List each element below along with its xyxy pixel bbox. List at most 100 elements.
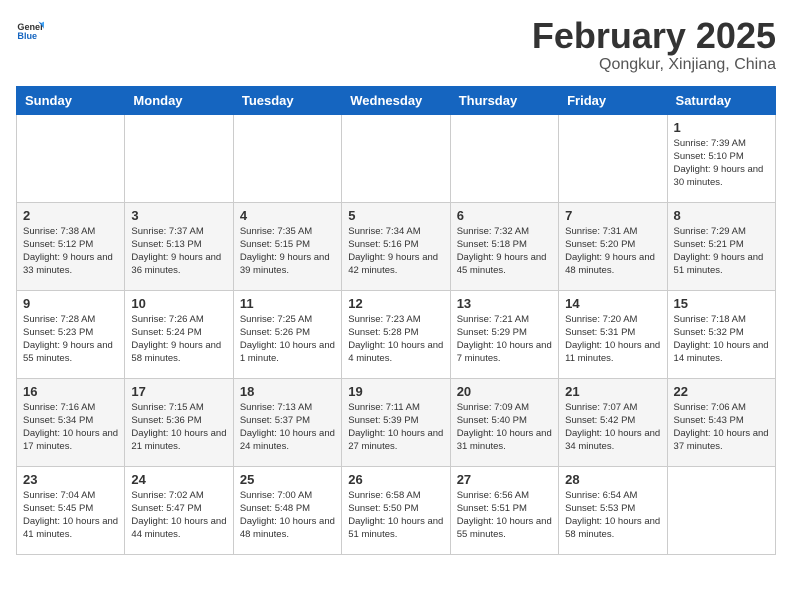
calendar-day-cell: 19 Sunrise: 7:11 AM Sunset: 5:39 PM Dayli… bbox=[342, 378, 450, 466]
calendar-day-cell: 8 Sunrise: 7:29 AM Sunset: 5:21 PM Daylig… bbox=[667, 202, 775, 290]
day-number: 15 bbox=[674, 296, 769, 311]
day-number: 20 bbox=[457, 384, 552, 399]
day-number: 5 bbox=[348, 208, 443, 223]
day-info: Sunrise: 7:26 AM Sunset: 5:24 PM Dayligh… bbox=[131, 313, 226, 366]
calendar-day-cell: 18Sunrise: 7:13 AM Sunset: 5:37 PM Dayli… bbox=[233, 378, 341, 466]
calendar-day-cell bbox=[559, 114, 667, 202]
calendar-day-cell bbox=[17, 114, 125, 202]
day-number: 14 bbox=[565, 296, 660, 311]
calendar-week-row: 1 Sunrise: 7:39 AM Sunset: 5:10 PM Daylig… bbox=[17, 114, 776, 202]
day-number: 17 bbox=[131, 384, 226, 399]
day-info: Sunrise: 6:56 AM Sunset: 5:51 PM Dayligh… bbox=[457, 489, 552, 542]
calendar-day-header: Friday bbox=[559, 86, 667, 114]
day-info: Sunrise: 7:38 AM Sunset: 5:12 PM Dayligh… bbox=[23, 225, 118, 278]
day-number: 6 bbox=[457, 208, 552, 223]
calendar-day-cell: 27 Sunrise: 6:56 AM Sunset: 5:51 PM Dayli… bbox=[450, 466, 558, 554]
day-number: 19 bbox=[348, 384, 443, 399]
calendar-day-cell: 24 Sunrise: 7:02 AM Sunset: 5:47 PM Dayli… bbox=[125, 466, 233, 554]
logo-icon: General Blue bbox=[16, 16, 44, 44]
logo: General Blue bbox=[16, 16, 44, 44]
day-number: 13 bbox=[457, 296, 552, 311]
day-number: 9 bbox=[23, 296, 118, 311]
day-number: 7 bbox=[565, 208, 660, 223]
calendar-day-cell: 13 Sunrise: 7:21 AM Sunset: 5:29 PM Dayli… bbox=[450, 290, 558, 378]
day-number: 11 bbox=[240, 296, 335, 311]
day-info: Sunrise: 7:11 AM Sunset: 5:39 PM Dayligh… bbox=[348, 401, 443, 454]
calendar-day-cell: 23 Sunrise: 7:04 AM Sunset: 5:45 PM Dayli… bbox=[17, 466, 125, 554]
day-number: 10 bbox=[131, 296, 226, 311]
day-number: 18 bbox=[240, 384, 335, 399]
day-info: Sunrise: 7:37 AM Sunset: 5:13 PM Dayligh… bbox=[131, 225, 226, 278]
calendar-week-row: 9 Sunrise: 7:28 AM Sunset: 5:23 PM Daylig… bbox=[17, 290, 776, 378]
day-number: 16 bbox=[23, 384, 118, 399]
calendar-day-header: Tuesday bbox=[233, 86, 341, 114]
calendar-day-header: Saturday bbox=[667, 86, 775, 114]
day-info: Sunrise: 7:25 AM Sunset: 5:26 PM Dayligh… bbox=[240, 313, 335, 366]
calendar-day-cell bbox=[125, 114, 233, 202]
day-info: Sunrise: 7:28 AM Sunset: 5:23 PM Dayligh… bbox=[23, 313, 118, 366]
day-number: 25 bbox=[240, 472, 335, 487]
day-info: Sunrise: 7:15 AM Sunset: 5:36 PM Dayligh… bbox=[131, 401, 226, 454]
day-number: 28 bbox=[565, 472, 660, 487]
calendar-day-cell bbox=[667, 466, 775, 554]
calendar-day-header: Thursday bbox=[450, 86, 558, 114]
location-title: Qongkur, Xinjiang, China bbox=[532, 56, 776, 74]
day-info: Sunrise: 7:39 AM Sunset: 5:10 PM Dayligh… bbox=[674, 137, 769, 190]
calendar-day-cell: 12Sunrise: 7:23 AM Sunset: 5:28 PM Dayli… bbox=[342, 290, 450, 378]
day-number: 27 bbox=[457, 472, 552, 487]
day-number: 23 bbox=[23, 472, 118, 487]
calendar-day-cell: 9 Sunrise: 7:28 AM Sunset: 5:23 PM Daylig… bbox=[17, 290, 125, 378]
day-info: Sunrise: 7:04 AM Sunset: 5:45 PM Dayligh… bbox=[23, 489, 118, 542]
day-info: Sunrise: 7:02 AM Sunset: 5:47 PM Dayligh… bbox=[131, 489, 226, 542]
calendar-day-cell: 6 Sunrise: 7:32 AM Sunset: 5:18 PM Daylig… bbox=[450, 202, 558, 290]
day-info: Sunrise: 6:54 AM Sunset: 5:53 PM Dayligh… bbox=[565, 489, 660, 542]
day-number: 1 bbox=[674, 120, 769, 135]
calendar-day-header: Sunday bbox=[17, 86, 125, 114]
day-info: Sunrise: 7:34 AM Sunset: 5:16 PM Dayligh… bbox=[348, 225, 443, 278]
month-title: February 2025 bbox=[532, 16, 776, 56]
day-number: 12 bbox=[348, 296, 443, 311]
calendar-day-cell: 10 Sunrise: 7:26 AM Sunset: 5:24 PM Dayli… bbox=[125, 290, 233, 378]
calendar-day-cell: 11 Sunrise: 7:25 AM Sunset: 5:26 PM Dayli… bbox=[233, 290, 341, 378]
calendar-day-cell: 5 Sunrise: 7:34 AM Sunset: 5:16 PM Daylig… bbox=[342, 202, 450, 290]
calendar-day-cell: 4Sunrise: 7:35 AM Sunset: 5:15 PM Daylig… bbox=[233, 202, 341, 290]
calendar-day-cell: 3Sunrise: 7:37 AM Sunset: 5:13 PM Daylig… bbox=[125, 202, 233, 290]
calendar-week-row: 16 Sunrise: 7:16 AM Sunset: 5:34 PM Dayli… bbox=[17, 378, 776, 466]
calendar-day-cell: 1 Sunrise: 7:39 AM Sunset: 5:10 PM Daylig… bbox=[667, 114, 775, 202]
day-number: 21 bbox=[565, 384, 660, 399]
calendar-day-header: Monday bbox=[125, 86, 233, 114]
day-info: Sunrise: 7:32 AM Sunset: 5:18 PM Dayligh… bbox=[457, 225, 552, 278]
calendar-day-cell: 21 Sunrise: 7:07 AM Sunset: 5:42 PM Dayli… bbox=[559, 378, 667, 466]
calendar-week-row: 23 Sunrise: 7:04 AM Sunset: 5:45 PM Dayli… bbox=[17, 466, 776, 554]
day-info: Sunrise: 7:06 AM Sunset: 5:43 PM Dayligh… bbox=[674, 401, 769, 454]
calendar-day-cell: 28 Sunrise: 6:54 AM Sunset: 5:53 PM Dayli… bbox=[559, 466, 667, 554]
calendar-day-cell: 17 Sunrise: 7:15 AM Sunset: 5:36 PM Dayli… bbox=[125, 378, 233, 466]
day-number: 22 bbox=[674, 384, 769, 399]
calendar-day-cell: 20 Sunrise: 7:09 AM Sunset: 5:40 PM Dayli… bbox=[450, 378, 558, 466]
title-section: February 2025 Qongkur, Xinjiang, China bbox=[532, 16, 776, 74]
calendar-day-cell: 2 Sunrise: 7:38 AM Sunset: 5:12 PM Daylig… bbox=[17, 202, 125, 290]
day-number: 26 bbox=[348, 472, 443, 487]
day-info: Sunrise: 7:21 AM Sunset: 5:29 PM Dayligh… bbox=[457, 313, 552, 366]
day-info: Sunrise: 7:09 AM Sunset: 5:40 PM Dayligh… bbox=[457, 401, 552, 454]
day-number: 2 bbox=[23, 208, 118, 223]
day-number: 8 bbox=[674, 208, 769, 223]
day-info: Sunrise: 6:58 AM Sunset: 5:50 PM Dayligh… bbox=[348, 489, 443, 542]
day-number: 24 bbox=[131, 472, 226, 487]
calendar-day-cell: 16 Sunrise: 7:16 AM Sunset: 5:34 PM Dayli… bbox=[17, 378, 125, 466]
calendar-day-cell bbox=[450, 114, 558, 202]
calendar-day-cell: 26 Sunrise: 6:58 AM Sunset: 5:50 PM Dayli… bbox=[342, 466, 450, 554]
day-info: Sunrise: 7:16 AM Sunset: 5:34 PM Dayligh… bbox=[23, 401, 118, 454]
day-info: Sunrise: 7:00 AM Sunset: 5:48 PM Dayligh… bbox=[240, 489, 335, 542]
calendar-table: SundayMondayTuesdayWednesdayThursdayFrid… bbox=[16, 86, 776, 555]
svg-text:Blue: Blue bbox=[17, 31, 37, 41]
calendar-day-cell: 7 Sunrise: 7:31 AM Sunset: 5:20 PM Daylig… bbox=[559, 202, 667, 290]
calendar-day-cell: 15 Sunrise: 7:18 AM Sunset: 5:32 PM Dayli… bbox=[667, 290, 775, 378]
day-info: Sunrise: 7:31 AM Sunset: 5:20 PM Dayligh… bbox=[565, 225, 660, 278]
calendar-day-header: Wednesday bbox=[342, 86, 450, 114]
day-info: Sunrise: 7:35 AM Sunset: 5:15 PM Dayligh… bbox=[240, 225, 335, 278]
day-info: Sunrise: 7:18 AM Sunset: 5:32 PM Dayligh… bbox=[674, 313, 769, 366]
day-info: Sunrise: 7:07 AM Sunset: 5:42 PM Dayligh… bbox=[565, 401, 660, 454]
day-info: Sunrise: 7:20 AM Sunset: 5:31 PM Dayligh… bbox=[565, 313, 660, 366]
day-info: Sunrise: 7:29 AM Sunset: 5:21 PM Dayligh… bbox=[674, 225, 769, 278]
